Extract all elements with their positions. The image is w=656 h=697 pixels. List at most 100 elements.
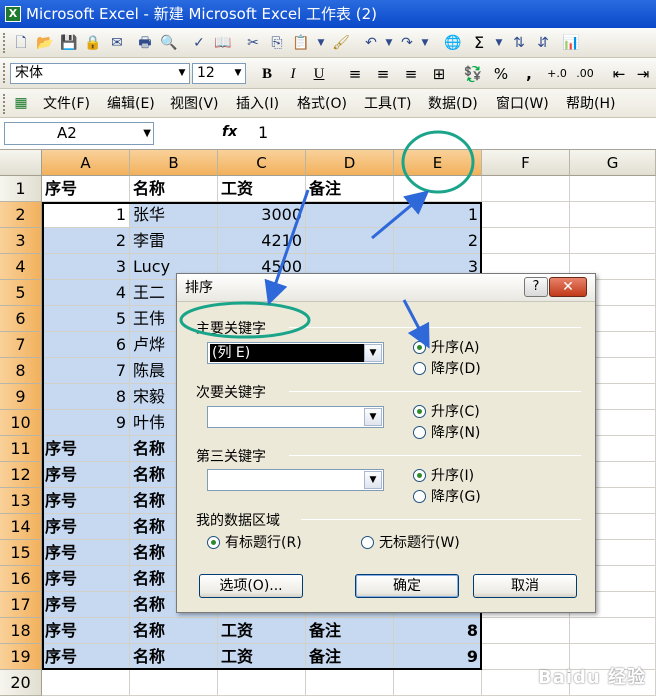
cell[interactable]: 序号 xyxy=(42,618,130,644)
options-button[interactable]: 选项(O)... xyxy=(199,574,303,598)
row-header[interactable]: 1 xyxy=(0,176,42,202)
cell[interactable]: 3 xyxy=(42,254,130,280)
research-icon[interactable]: 📖 xyxy=(214,34,232,52)
row-header[interactable]: 15 xyxy=(0,540,42,566)
cell[interactable]: 序号 xyxy=(42,592,130,618)
cell[interactable]: 9 xyxy=(394,644,482,670)
decrease-indent-icon[interactable]: ⇤ xyxy=(608,64,630,84)
cell[interactable]: 3000 xyxy=(218,202,306,228)
sort-descending-icon[interactable]: ⇵ xyxy=(534,34,552,52)
row-header[interactable]: 9 xyxy=(0,384,42,410)
row-header[interactable]: 6 xyxy=(0,306,42,332)
cell[interactable]: 序号 xyxy=(42,436,130,462)
percent-button[interactable]: % xyxy=(490,64,512,84)
row-header[interactable]: 4 xyxy=(0,254,42,280)
chevron-down-icon[interactable]: ▼ xyxy=(364,471,382,489)
menu-help[interactable]: 帮助(H) xyxy=(566,95,615,113)
tertiary-descending-radio[interactable]: 降序(G) xyxy=(413,489,481,505)
spelling-icon[interactable]: ✓ xyxy=(190,34,208,52)
increase-indent-icon[interactable]: ⇥ xyxy=(632,64,654,84)
email-icon[interactable]: ✉ xyxy=(108,34,126,52)
cell[interactable] xyxy=(42,670,130,696)
header-cell[interactable]: 备注 xyxy=(306,176,394,202)
comma-style-button[interactable]: , xyxy=(518,64,540,84)
row-header[interactable]: 16 xyxy=(0,566,42,592)
row-header[interactable]: 5 xyxy=(0,280,42,306)
cell[interactable] xyxy=(130,670,218,696)
cell[interactable]: 1 xyxy=(394,202,482,228)
align-right-icon[interactable]: ≡ xyxy=(400,64,422,84)
cell[interactable]: 工资 xyxy=(218,644,306,670)
cell[interactable]: 工资 xyxy=(218,618,306,644)
row-header[interactable]: 19 xyxy=(0,644,42,670)
currency-icon[interactable]: 💱 xyxy=(462,64,484,84)
paste-icon[interactable]: 📋 xyxy=(292,34,310,52)
no-header-radio[interactable]: 无标题行(W) xyxy=(361,535,460,551)
primary-key-select[interactable]: (列 E) ▼ xyxy=(207,342,384,364)
sort-ascending-icon[interactable]: ⇅ xyxy=(510,34,528,52)
tertiary-key-select[interactable]: ▼ xyxy=(207,469,384,491)
row-header[interactable]: 8 xyxy=(0,358,42,384)
cell[interactable]: 备注 xyxy=(306,618,394,644)
row-header[interactable]: 17 xyxy=(0,592,42,618)
chart-wizard-icon[interactable]: 📊 xyxy=(562,34,580,52)
secondary-key-select[interactable]: ▼ xyxy=(207,406,384,428)
cell[interactable]: 序号 xyxy=(42,644,130,670)
cell[interactable] xyxy=(570,618,656,644)
close-button[interactable]: ✕ xyxy=(549,277,587,297)
menu-insert[interactable]: 插入(I) xyxy=(236,95,279,113)
permission-icon[interactable]: 🔒 xyxy=(84,34,102,52)
cell[interactable]: 序号 xyxy=(42,462,130,488)
row-header[interactable]: 10 xyxy=(0,410,42,436)
row-header[interactable]: 2 xyxy=(0,202,42,228)
menu-data[interactable]: 数据(D) xyxy=(428,95,478,113)
header-cell[interactable]: 工资 xyxy=(218,176,306,202)
print-icon[interactable]: 🖶 xyxy=(136,34,154,52)
undo-icon[interactable]: ↶ xyxy=(362,34,380,52)
save-icon[interactable]: 💾 xyxy=(60,34,78,52)
cell[interactable]: 名称 xyxy=(130,644,218,670)
insert-function-icon[interactable]: fx xyxy=(222,124,237,140)
column-header-a[interactable]: A xyxy=(42,150,130,176)
row-header[interactable]: 14 xyxy=(0,514,42,540)
cell[interactable] xyxy=(306,670,394,696)
cell[interactable]: 9 xyxy=(42,410,130,436)
autosum-icon[interactable]: Σ xyxy=(470,34,488,52)
cell[interactable]: 4210 xyxy=(218,228,306,254)
cell[interactable]: 备注 xyxy=(306,644,394,670)
has-header-radio[interactable]: 有标题行(R) xyxy=(207,535,302,551)
column-header-e[interactable]: E xyxy=(394,150,482,176)
row-header[interactable]: 11 xyxy=(0,436,42,462)
cell[interactable]: 8 xyxy=(42,384,130,410)
dialog-title-bar[interactable]: 排序 ? ✕ xyxy=(177,274,595,302)
paste-dropdown-icon[interactable]: ▼ xyxy=(312,34,330,52)
chevron-down-icon[interactable]: ▼ xyxy=(364,344,382,362)
primary-ascending-radio[interactable]: 升序(A) xyxy=(413,340,480,356)
format-painter-icon[interactable]: 🖌 xyxy=(332,34,350,52)
toolbar-grip[interactable] xyxy=(3,33,6,53)
toolbar-grip[interactable] xyxy=(3,63,6,83)
name-box[interactable]: A2 ▼ xyxy=(4,122,154,145)
cell[interactable]: 序号 xyxy=(42,540,130,566)
cell[interactable]: 7 xyxy=(42,358,130,384)
cell[interactable]: 8 xyxy=(394,618,482,644)
menu-edit[interactable]: 编辑(E) xyxy=(107,95,155,113)
cell[interactable] xyxy=(482,228,570,254)
cell[interactable] xyxy=(570,228,656,254)
excel-doc-icon[interactable]: ▦ xyxy=(12,94,30,112)
chevron-down-icon[interactable]: ▼ xyxy=(143,123,151,144)
font-size-box[interactable]: 12 ▼ xyxy=(192,63,246,84)
hyperlink-icon[interactable]: 🌐 xyxy=(444,34,462,52)
cut-icon[interactable]: ✂ xyxy=(244,34,262,52)
column-header-b[interactable]: B xyxy=(130,150,218,176)
secondary-ascending-radio[interactable]: 升序(C) xyxy=(413,404,480,420)
cell[interactable] xyxy=(394,670,482,696)
underline-button[interactable]: U xyxy=(308,64,330,84)
header-cell[interactable] xyxy=(570,176,656,202)
menu-format[interactable]: 格式(O) xyxy=(297,95,347,113)
align-center-icon[interactable]: ≡ xyxy=(372,64,394,84)
cell[interactable]: 序号 xyxy=(42,566,130,592)
cell[interactable]: 1 xyxy=(42,202,130,228)
header-cell[interactable]: 序号 xyxy=(42,176,130,202)
cell[interactable]: 2 xyxy=(42,228,130,254)
